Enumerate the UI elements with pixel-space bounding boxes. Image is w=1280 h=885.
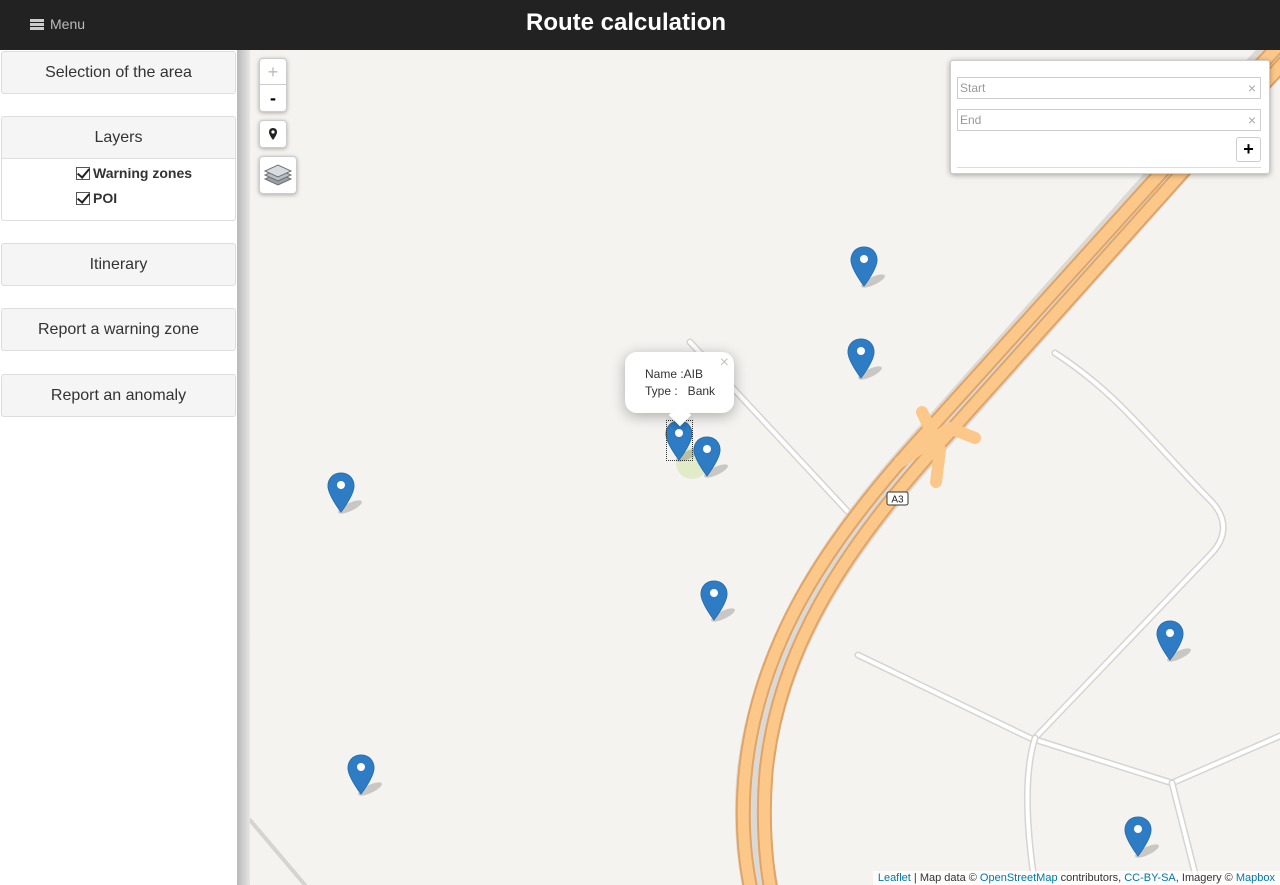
attribution-text-1: | Map data © xyxy=(910,872,980,884)
map-marker-icon[interactable] xyxy=(846,337,886,381)
osm-link[interactable]: OpenStreetMap xyxy=(980,872,1058,884)
map-marker-icon[interactable] xyxy=(849,245,889,289)
layer-poi[interactable]: POI xyxy=(76,190,117,206)
clear-start-icon[interactable]: × xyxy=(1248,80,1256,96)
map-marker-icon[interactable] xyxy=(1123,815,1163,859)
sidebar-divider xyxy=(237,50,250,885)
end-placeholder: End xyxy=(960,113,982,127)
page-title: Route calculation xyxy=(525,9,727,36)
attribution-text-2: contributors, xyxy=(1057,872,1125,884)
zoom-out-button[interactable]: - xyxy=(260,85,286,111)
zoom-in-button[interactable]: + xyxy=(260,59,286,85)
itinerary-button[interactable]: Itinerary xyxy=(1,243,236,286)
layer-warning-zones[interactable]: Warning zones xyxy=(76,165,192,181)
start-input[interactable]: Start × xyxy=(957,77,1261,99)
warning-zones-label: Warning zones xyxy=(93,165,193,181)
popup-name: Name :AIB xyxy=(645,367,704,381)
poi-label: POI xyxy=(93,190,118,206)
routing-divider xyxy=(957,167,1261,168)
map-marker-icon[interactable] xyxy=(1155,619,1195,663)
layers-panel-body: Warning zones POI xyxy=(1,159,236,221)
map-marker-icon[interactable] xyxy=(326,471,366,515)
map-marker-icon[interactable] xyxy=(346,753,386,797)
mapbox-link[interactable]: Mapbox xyxy=(1236,872,1275,884)
map-pin-icon xyxy=(269,128,277,140)
zoom-control: + - xyxy=(259,58,287,112)
map-tiles: A3 xyxy=(250,50,1280,885)
poi-popup: × Name :AIB Type : Bank xyxy=(625,352,734,427)
popup-close-icon[interactable]: × xyxy=(720,354,729,372)
map-marker-icon[interactable] xyxy=(692,435,732,479)
map-marker-icon[interactable] xyxy=(699,579,739,623)
add-waypoint-button[interactable]: + xyxy=(1236,137,1261,162)
map-view[interactable]: A3 × Name:AIB Type: Bank + - Start × E… xyxy=(250,50,1280,885)
road-label: A3 xyxy=(891,495,904,506)
map-attribution: Leaflet | Map data © OpenStreetMap contr… xyxy=(872,871,1280,885)
layers-panel-header[interactable]: Layers xyxy=(1,116,236,159)
report-warning-zone-button[interactable]: Report a warning zone xyxy=(1,308,236,351)
selection-area-button[interactable]: Selection of the area xyxy=(1,51,236,94)
leaflet-link[interactable]: Leaflet xyxy=(878,872,911,884)
attribution-text-3: , Imagery © xyxy=(1175,872,1236,884)
start-placeholder: Start xyxy=(960,81,986,95)
report-anomaly-button[interactable]: Report an anomaly xyxy=(1,374,236,417)
license-link[interactable]: CC-BY-SA xyxy=(1124,872,1176,884)
routing-panel: Start × End × + xyxy=(950,60,1270,174)
end-input[interactable]: End × xyxy=(957,109,1261,131)
popup-type: Type : Bank xyxy=(645,384,716,398)
sidebar: Selection of the area Layers Warning zon… xyxy=(0,50,237,885)
warning-zones-checkbox[interactable] xyxy=(76,166,90,180)
locate-button[interactable] xyxy=(259,120,287,148)
clear-end-icon[interactable]: × xyxy=(1248,112,1256,128)
poi-checkbox[interactable] xyxy=(76,191,90,205)
layers-icon xyxy=(263,164,293,186)
layers-control-button[interactable] xyxy=(259,156,297,194)
top-navbar: Menu Route calculation xyxy=(0,0,1280,50)
road-shield: A3 xyxy=(886,491,909,506)
